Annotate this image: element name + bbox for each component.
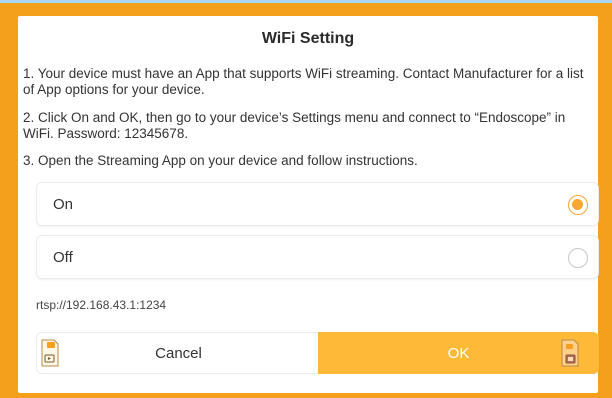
cancel-button[interactable]: Cancel	[36, 332, 321, 374]
option-on[interactable]: On	[36, 182, 599, 226]
dialog-title: WiFi Setting	[261, 30, 355, 47]
instruction-3: 3. Open the Streaming App on your device…	[23, 153, 418, 168]
instruction-1: 1. Your device must have an App that sup…	[23, 66, 584, 97]
option-off[interactable]: Off	[36, 235, 599, 279]
radio-off-icon[interactable]	[568, 248, 588, 268]
camera-doc-icon	[41, 339, 59, 367]
ok-button-label: OK	[447, 344, 470, 362]
stream-url: rtsp://192.168.43.1:1234	[36, 298, 167, 312]
ok-button[interactable]: OK	[318, 332, 599, 374]
wifi-setting-dialog: WiFi Setting 1. Your device must have an…	[18, 16, 599, 393]
option-on-label: On	[53, 196, 74, 213]
radio-on-selected-icon[interactable]	[568, 195, 588, 215]
camera-doc-icon	[561, 339, 579, 367]
option-off-label: Off	[53, 249, 73, 266]
cancel-button-label: Cancel	[155, 344, 202, 362]
instruction-2: 2. Click On and OK, then go to your devi…	[23, 110, 566, 141]
